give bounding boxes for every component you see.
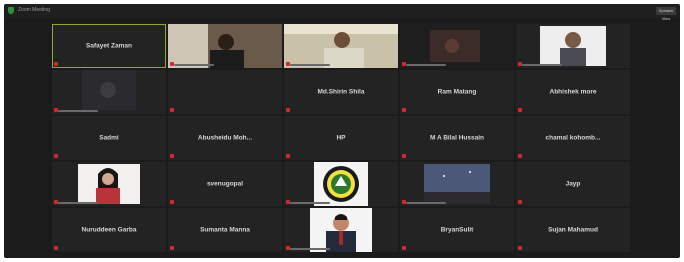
muted-mic-icon: [286, 108, 290, 112]
muted-mic-icon: [170, 108, 174, 112]
speaker-view-button[interactable]: Speaker View: [656, 7, 676, 21]
participant-name: M A Bilal Hussain: [429, 134, 485, 142]
muted-mic-icon: [518, 154, 522, 158]
participant-name: Jayp: [565, 180, 581, 188]
muted-mic-icon: [54, 62, 58, 66]
participant-tile[interactable]: Abhishek more: [516, 70, 630, 114]
participant-tile[interactable]: HP: [284, 116, 398, 160]
muted-mic-icon: [402, 246, 406, 250]
muted-mic-icon: [518, 246, 522, 250]
participant-name: svenugopal: [206, 180, 244, 188]
participant-name: Abhishek more: [549, 88, 597, 96]
muted-mic-icon: [286, 154, 290, 158]
participant-tile[interactable]: [168, 70, 282, 114]
participant-name: Ram Matang: [437, 88, 477, 96]
title-bar: Zoom Meeting Speaker View: [4, 4, 680, 21]
name-caption-bar: [290, 248, 330, 250]
participant-tile[interactable]: BryanSulit: [400, 208, 514, 252]
participant-tile[interactable]: [284, 208, 398, 252]
participant-name: HP: [336, 134, 346, 142]
participant-tile[interactable]: Nuruddeen Garba: [52, 208, 166, 252]
participant-tile[interactable]: [284, 162, 398, 206]
participant-grid: Safayet Zaman Md.Shirin Shila Ram Matang Ab…: [52, 24, 632, 256]
participant-tile[interactable]: [168, 24, 282, 68]
muted-mic-icon: [170, 200, 174, 204]
participant-tile[interactable]: [52, 162, 166, 206]
participant-video: [284, 24, 398, 68]
name-caption-bar: [290, 202, 330, 204]
participant-tile[interactable]: Sumanta Manna: [168, 208, 282, 252]
participant-name: Sumanta Manna: [200, 226, 250, 234]
participant-tile[interactable]: [400, 24, 514, 68]
participant-video: [400, 162, 514, 206]
participant-tile[interactable]: [52, 70, 166, 114]
participant-name: BryanSulit: [440, 226, 474, 234]
name-caption-bar: [174, 64, 214, 66]
muted-mic-icon: [518, 108, 522, 112]
participant-tile[interactable]: svenugopal: [168, 162, 282, 206]
participant-tile[interactable]: Safayet Zaman: [52, 24, 166, 68]
participant-tile[interactable]: Md.Shirin Shila: [284, 70, 398, 114]
participant-name: Nuruddeen Garba: [81, 226, 137, 234]
muted-mic-icon: [170, 246, 174, 250]
participant-tile[interactable]: [400, 162, 514, 206]
participant-tile[interactable]: Ram Matang: [400, 70, 514, 114]
participant-tile[interactable]: chamal kohomb...: [516, 116, 630, 160]
participant-tile[interactable]: Sujan Mahamud: [516, 208, 630, 252]
name-caption-bar: [290, 64, 330, 66]
participant-video: [52, 162, 166, 206]
muted-mic-icon: [54, 246, 58, 250]
name-caption-bar: [406, 202, 446, 204]
participant-video: [168, 24, 282, 68]
muted-mic-icon: [170, 154, 174, 158]
participant-tile[interactable]: Sadmi: [52, 116, 166, 160]
participant-video: [52, 70, 166, 114]
name-caption-bar: [522, 64, 562, 66]
participant-video: [400, 24, 514, 68]
muted-mic-icon: [402, 108, 406, 112]
name-caption-bar: [58, 110, 98, 112]
participant-tile[interactable]: [516, 24, 630, 68]
muted-mic-icon: [402, 154, 406, 158]
window-title: Zoom Meeting: [18, 7, 50, 13]
muted-mic-icon: [54, 154, 58, 158]
participant-name: Abusheidu Moh...: [197, 134, 253, 142]
participant-video: [284, 162, 398, 206]
participant-name: Md.Shirin Shila: [317, 88, 365, 96]
participant-video: [516, 24, 630, 68]
participant-tile[interactable]: [284, 24, 398, 68]
participant-video: [284, 208, 398, 252]
participant-tile[interactable]: Abusheidu Moh...: [168, 116, 282, 160]
muted-mic-icon: [518, 200, 522, 204]
zoom-window: Zoom Meeting Speaker View Safayet Zaman M…: [4, 4, 680, 258]
participant-tile[interactable]: M A Bilal Hussain: [400, 116, 514, 160]
participant-name: chamal kohomb...: [545, 134, 601, 142]
participant-tile[interactable]: Jayp: [516, 162, 630, 206]
name-caption-bar: [406, 64, 446, 66]
participant-name: Sujan Mahamud: [548, 226, 598, 234]
shield-icon: [8, 7, 14, 14]
participant-name: Sadmi: [99, 134, 119, 142]
participant-name: Safayet Zaman: [86, 42, 132, 50]
name-caption-bar: [58, 202, 98, 204]
